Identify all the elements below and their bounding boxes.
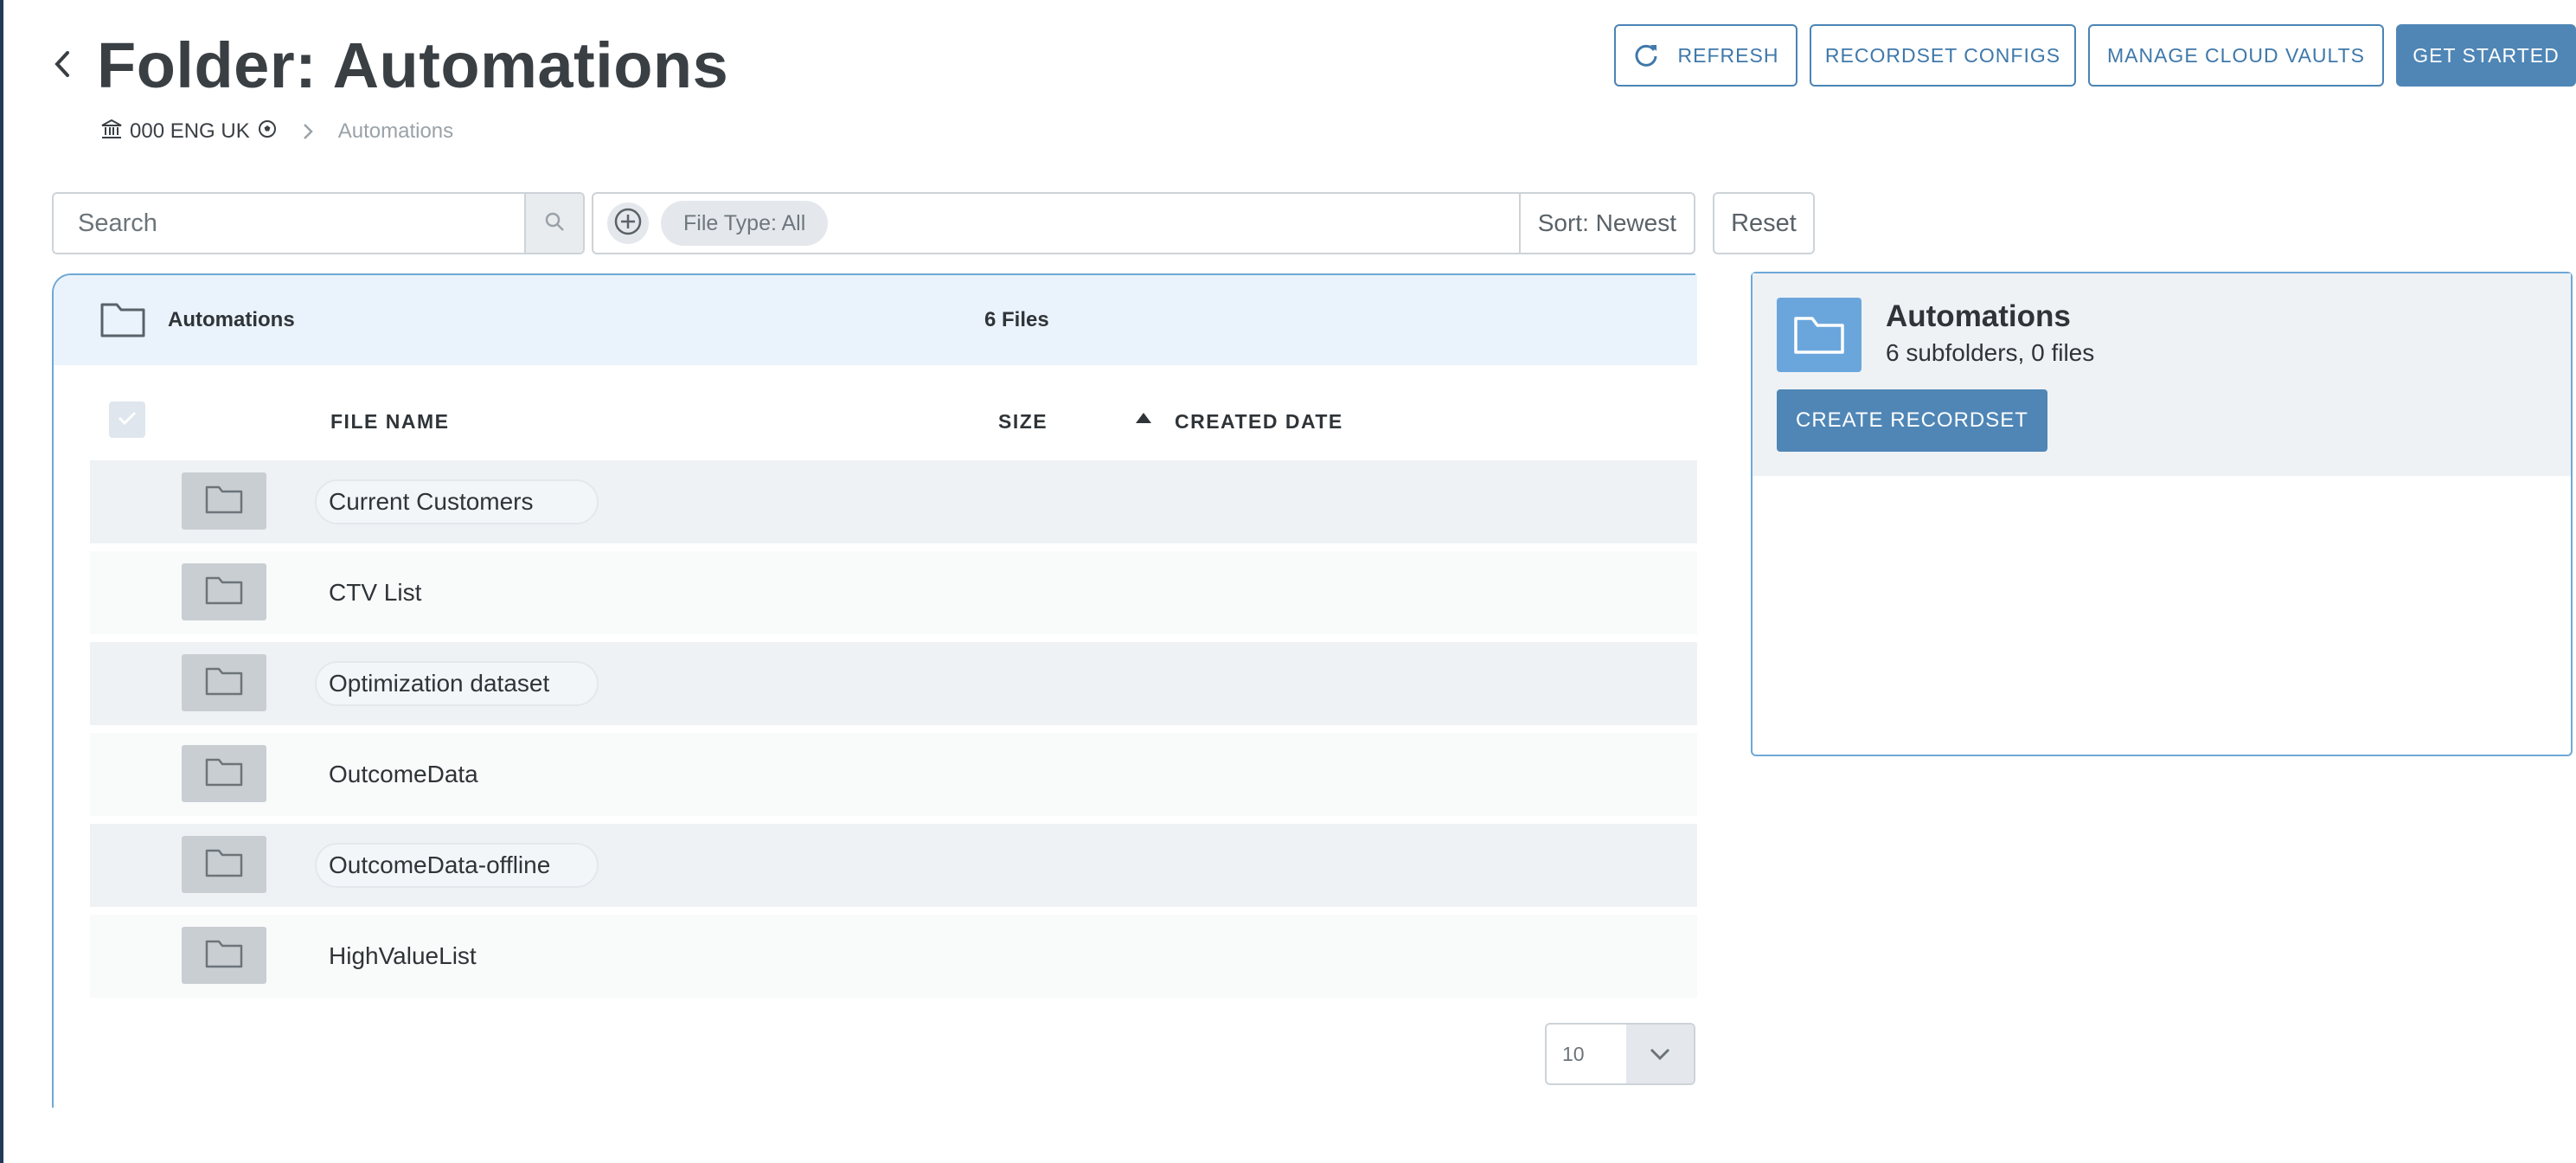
table-row[interactable]: OutcomeData-offline (90, 824, 1697, 907)
folder-thumbnail (182, 654, 266, 711)
folder-details-summary: Automations 6 subfolders, 0 files CREATE… (1753, 273, 2571, 476)
folder-thumbnail (182, 472, 266, 530)
search-input[interactable] (54, 194, 524, 253)
row-file-name[interactable]: OutcomeData-offline (315, 843, 599, 888)
table-row[interactable]: CTV List (90, 551, 1697, 634)
folder-thumbnail (182, 836, 266, 893)
breadcrumb-org[interactable]: 000 ENG UK (100, 118, 278, 146)
create-recordset-button[interactable]: CREATE RECORDSET (1777, 389, 2047, 452)
refresh-button-label: REFRESH (1677, 43, 1779, 67)
check-icon (117, 409, 138, 431)
folder-icon (205, 575, 243, 609)
details-subtitle: 6 subfolders, 0 files (1886, 339, 2095, 366)
folder-icon (100, 301, 145, 342)
folder-icon (205, 485, 243, 518)
add-filter-button[interactable] (607, 202, 649, 244)
folder-icon (205, 939, 243, 973)
column-file-name[interactable]: FILE NAME (330, 410, 449, 434)
sort-dropdown[interactable]: Sort: Newest (1518, 194, 1694, 253)
folder-icon (205, 848, 243, 882)
soccer-ball-icon (257, 119, 278, 145)
filter-bar: File Type: All Sort: Newest Reset (592, 192, 1815, 254)
folder-icon (1777, 298, 1862, 372)
table-header: FILE NAME SIZE CREATED DATE (54, 402, 1697, 445)
search-box (52, 192, 585, 254)
header-actions: REFRESH RECORDSET CONFIGS MANAGE CLOUD V… (1614, 24, 2576, 87)
table-row[interactable]: Optimization dataset (90, 642, 1697, 725)
details-title: Automations (1886, 299, 2071, 333)
bank-icon (100, 118, 123, 146)
row-file-name[interactable]: OutcomeData (317, 752, 490, 797)
column-created-date[interactable]: CREATED DATE (1175, 410, 1343, 434)
select-all-checkbox[interactable] (109, 402, 145, 438)
breadcrumb-org-label: 000 ENG UK (130, 119, 250, 143)
folder-name: Automations (168, 308, 295, 331)
table-row[interactable]: OutcomeData (90, 733, 1697, 816)
column-size[interactable]: SIZE (998, 410, 1048, 434)
folder-header: Automations 6 Files (54, 275, 1697, 365)
folder-thumbnail (182, 563, 266, 620)
page-size-select[interactable]: 10 (1545, 1023, 1695, 1085)
search-button[interactable] (524, 194, 583, 253)
row-file-name[interactable]: Current Customers (315, 479, 599, 524)
back-button[interactable] (48, 45, 76, 87)
chevron-down-icon (1626, 1025, 1694, 1083)
folder-thumbnail (182, 745, 266, 802)
refresh-icon (1633, 42, 1659, 68)
get-started-button[interactable]: GET STARTED (2396, 24, 2576, 87)
recordset-configs-button[interactable]: RECORDSET CONFIGS (1810, 24, 2076, 87)
file-type-filter-chip[interactable]: File Type: All (661, 201, 829, 246)
row-file-name[interactable]: Optimization dataset (315, 661, 599, 706)
folder-icon (205, 757, 243, 791)
row-file-name[interactable]: HighValueList (317, 934, 489, 979)
search-icon (543, 210, 566, 237)
folder-details-card: Automations 6 subfolders, 0 files CREATE… (1751, 272, 2573, 756)
reset-button[interactable]: Reset (1713, 192, 1815, 254)
table-row[interactable]: HighValueList (90, 915, 1697, 998)
folder-icon (205, 666, 243, 700)
folder-thumbnail (182, 927, 266, 984)
folder-table-panel: Automations 6 Files FILE NAME SIZE CREAT… (52, 273, 1697, 1108)
table-row[interactable]: Current Customers (90, 460, 1697, 543)
refresh-button[interactable]: REFRESH (1614, 24, 1797, 87)
file-list: Current Customers CTV List Optimization … (90, 460, 1697, 1006)
chevron-right-icon (302, 122, 314, 141)
plus-circle-icon (613, 207, 643, 241)
manage-cloud-vaults-button[interactable]: MANAGE CLOUD VAULTS (2088, 24, 2384, 87)
breadcrumb: 000 ENG UK Automations (100, 118, 453, 145)
breadcrumb-current: Automations (337, 119, 454, 143)
left-rail (0, 0, 3, 1163)
page-size-value: 10 (1562, 1042, 1585, 1065)
row-file-name[interactable]: CTV List (317, 570, 433, 615)
chevron-left-icon (54, 50, 71, 82)
folder-file-count: 6 Files (984, 308, 1049, 331)
sort-ascending-icon[interactable] (1135, 412, 1152, 428)
page-title: Folder: Automations (97, 29, 729, 101)
